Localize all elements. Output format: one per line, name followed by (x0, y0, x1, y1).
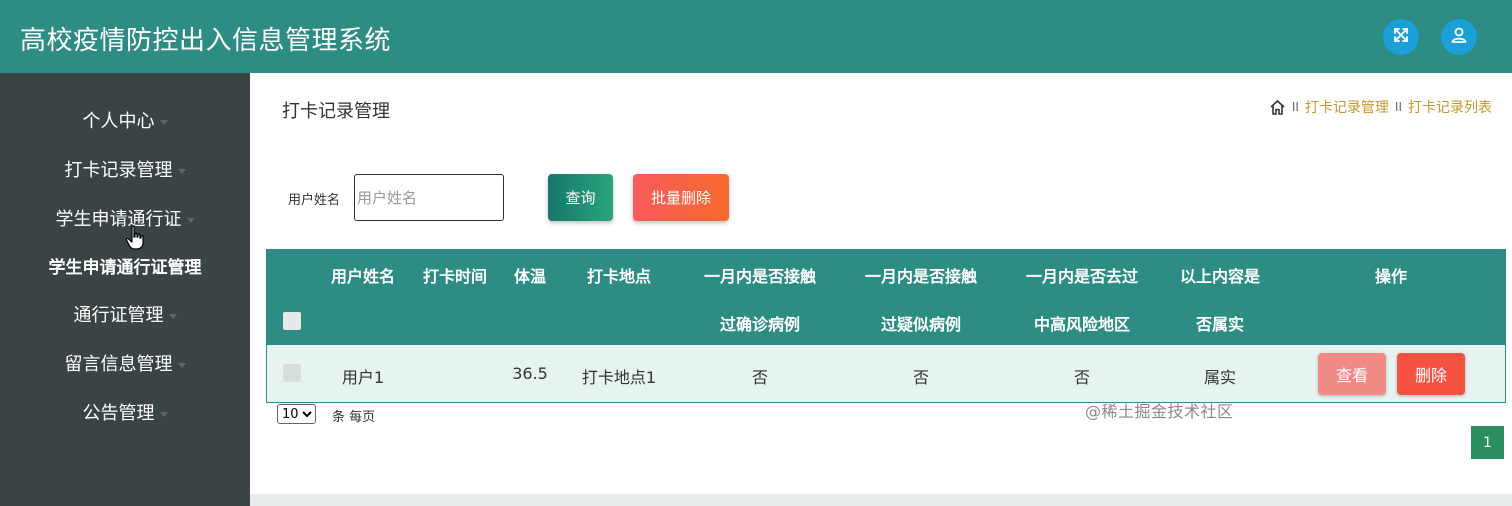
fullscreen-icon (1392, 26, 1410, 48)
bottom-divider (250, 494, 1512, 506)
user-button[interactable] (1441, 19, 1477, 55)
breadcrumb-separator: II (1291, 100, 1299, 114)
caret-down-icon (159, 411, 168, 417)
page-size-select[interactable]: 10 (277, 404, 316, 424)
query-button[interactable]: 查询 (548, 174, 613, 221)
breadcrumb-item-checkin-list[interactable]: 打卡记录列表 (1408, 97, 1492, 117)
table-row: 用户1 36.5 打卡地点1 否 否 否 属实 查看 删除 (267, 345, 1505, 402)
watermark-text: @稀土掘金技术社区 (1085, 402, 1234, 421)
page-number-button[interactable]: 1 (1471, 426, 1504, 459)
caret-down-icon (177, 362, 186, 368)
main-content: 打卡记录管理 II 打卡记录管理 II 打卡记录列表 用户姓名 查询 批量删除 … (250, 73, 1512, 506)
sidebar-item-label: 公告管理 (82, 403, 155, 424)
sidebar-subitem-student-pass-apply-manage[interactable]: 学生申请通行证管理 (0, 245, 250, 285)
sidebar-item-notice-manage[interactable]: 公告管理 (0, 392, 250, 432)
sidebar-item-label: 通行证管理 (73, 305, 164, 326)
sidebar-item-checkin-records[interactable]: 打卡记录管理 (0, 149, 250, 189)
page-size-suffix: 条 每页 (332, 410, 376, 425)
sidebar-item-personal-center[interactable]: 个人中心 (0, 100, 250, 140)
sidebar-item-label: 个人中心 (82, 111, 155, 132)
sidebar-item-label: 打卡记录管理 (64, 160, 173, 181)
cell-confirmed-contact: 否 (751, 368, 768, 387)
search-label: 用户姓名 (288, 193, 341, 208)
top-header: 高校疫情防控出入信息管理系统 (0, 0, 1512, 73)
hand-pointer-cursor-icon (125, 225, 144, 250)
row-checkbox[interactable] (283, 364, 301, 382)
sidebar-item-message-manage[interactable]: 留言信息管理 (0, 343, 250, 383)
sidebar-item-label: 学生申请通行证管理 (48, 257, 202, 278)
cell-suspected-contact: 否 (912, 368, 929, 387)
breadcrumb-separator: II (1394, 100, 1402, 114)
caret-down-icon (159, 119, 168, 125)
caret-down-icon (168, 313, 177, 319)
sidebar-item-label: 学生申请通行证 (55, 209, 182, 230)
home-icon[interactable] (1269, 99, 1286, 116)
breadcrumb-item-checkin-manage[interactable]: 打卡记录管理 (1305, 97, 1389, 117)
user-icon (1450, 26, 1468, 48)
fullscreen-button[interactable] (1383, 19, 1419, 55)
sidebar-item-pass-manage[interactable]: 通行证管理 (0, 294, 250, 334)
view-button[interactable]: 查看 (1318, 353, 1386, 395)
username-search-input[interactable] (354, 174, 504, 221)
sidebar-item-label: 留言信息管理 (64, 354, 173, 375)
select-all-checkbox[interactable] (283, 312, 301, 330)
cell-checkin-place: 打卡地点1 (581, 368, 657, 387)
sidebar: 个人中心 打卡记录管理 学生申请通行证 学生申请通行证管理 通行证管理 留言信息… (0, 73, 250, 506)
caret-down-icon (186, 217, 195, 223)
page-title: 打卡记录管理 (282, 101, 390, 122)
cell-username: 用户1 (341, 368, 385, 387)
table-header: 用户姓名 打卡时间 体温 打卡地点 一月内是否接触 过确诊病例 一月内是否接触 … (267, 250, 1505, 345)
caret-down-icon (177, 168, 186, 174)
batch-delete-button[interactable]: 批量删除 (633, 174, 729, 221)
breadcrumb: II 打卡记录管理 II 打卡记录列表 (1269, 97, 1492, 117)
cell-truthful: 属实 (1203, 368, 1236, 387)
delete-button[interactable]: 删除 (1397, 353, 1465, 395)
cell-risk-area: 否 (1073, 368, 1090, 387)
checkin-table: 用户姓名 打卡时间 体温 打卡地点 一月内是否接触 过确诊病例 一月内是否接触 … (266, 249, 1506, 403)
app-title: 高校疫情防控出入信息管理系统 (20, 26, 392, 56)
cell-temperature: 36.5 (512, 364, 548, 383)
